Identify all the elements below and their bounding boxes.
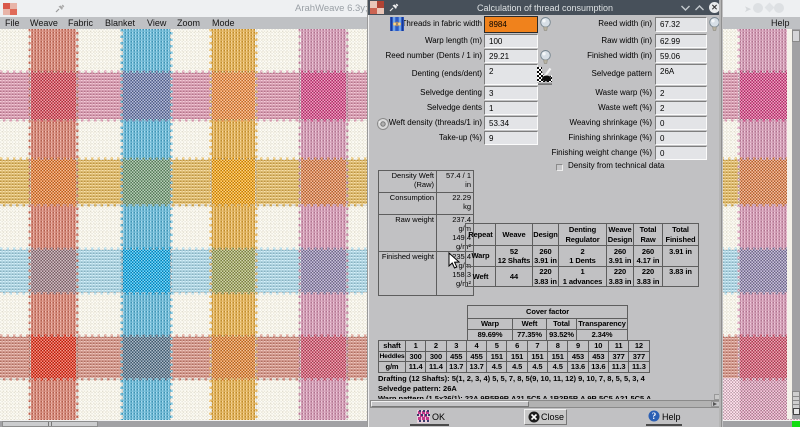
svg-text:?: ?: [652, 411, 657, 421]
